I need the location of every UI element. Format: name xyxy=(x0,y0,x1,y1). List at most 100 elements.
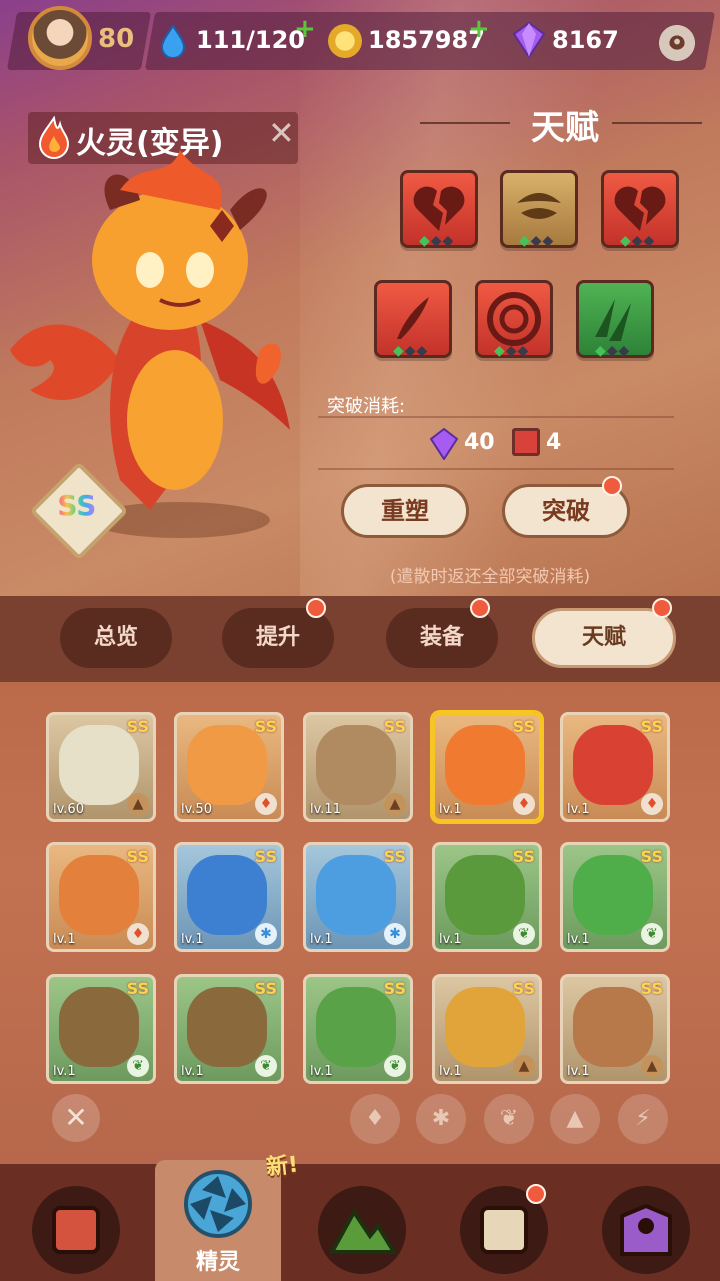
reshape-button[interactable]: 重塑 xyxy=(341,484,469,538)
earth-element-icon: ▲ xyxy=(384,793,406,815)
tab-talent[interactable]: 天赋 xyxy=(532,608,676,668)
pet-card[interactable]: SS lv.60 ▲ xyxy=(46,712,156,822)
pet-rank: SS xyxy=(383,717,406,736)
leaf-element-icon: ❦ xyxy=(127,1055,149,1077)
pet-rank: SS xyxy=(512,717,535,736)
pet-rank: SS xyxy=(383,979,406,998)
pet-portrait xyxy=(316,987,396,1067)
pet-rank: SS xyxy=(126,717,149,736)
stamina-value: 111/120 xyxy=(196,26,305,54)
pet-card[interactable]: SS lv.1 ✱ xyxy=(303,842,413,952)
title-ornament-right xyxy=(612,122,702,124)
earth-filter-icon[interactable]: ▲ xyxy=(550,1094,600,1144)
pet-level: lv.1 xyxy=(181,1064,204,1079)
pet-level: lv.1 xyxy=(439,802,462,817)
talent-heart-broken-1[interactable]: ◆◆◆ xyxy=(400,170,478,249)
pet-level: lv.1 xyxy=(439,1064,462,1079)
clear-filter-button[interactable]: ✕ xyxy=(52,1094,100,1142)
fire-element-icon: ♦ xyxy=(255,793,277,815)
nav-spirits[interactable] xyxy=(174,1168,262,1244)
new-badge: 新! xyxy=(265,1152,300,1181)
pet-portrait xyxy=(187,855,267,935)
gem-value: 8167 xyxy=(552,26,619,54)
cost-label: 突破消耗: xyxy=(327,396,406,417)
pet-card[interactable]: SS lv.1 ❦ xyxy=(303,974,413,1084)
pet-card[interactable]: SS lv.1 ♦ xyxy=(560,712,670,822)
nav-shop[interactable] xyxy=(32,1186,120,1274)
leaf-element-icon: ❦ xyxy=(513,923,535,945)
talent-claw[interactable]: ◆◆◆ xyxy=(576,280,654,359)
fire-filter-icon[interactable]: ♦ xyxy=(350,1094,400,1144)
pet-portrait xyxy=(187,987,267,1067)
pet-card[interactable]: SS lv.1 ▲ xyxy=(560,974,670,1084)
cost-gem-amount: 40 xyxy=(464,430,495,455)
stamina-drop-icon xyxy=(160,24,186,58)
earth-element-icon: ▲ xyxy=(513,1055,535,1077)
nav-spirits-label: 精灵 xyxy=(195,1250,240,1275)
pet-card[interactable]: SS lv.1 ❦ xyxy=(432,842,542,952)
talent-pips: ◆◆◆ xyxy=(419,233,455,249)
player-avatar[interactable] xyxy=(28,6,92,70)
pet-portrait xyxy=(59,855,139,935)
nav-map[interactable] xyxy=(318,1186,406,1274)
gem-icon xyxy=(430,428,458,460)
mountain-icon xyxy=(328,1208,398,1254)
pet-card[interactable]: SS lv.50 ♦ xyxy=(174,712,284,822)
fire-element-icon: ♦ xyxy=(127,923,149,945)
pet-portrait xyxy=(445,725,525,805)
title-ornament-left xyxy=(420,122,510,124)
talent-pips: ◆◆◆ xyxy=(519,233,555,249)
close-icon[interactable]: ✕ xyxy=(268,114,295,152)
talent-pips: ◆◆◆ xyxy=(494,343,530,359)
pet-portrait xyxy=(573,855,653,935)
pet-card[interactable]: SS lv.1 ❦ xyxy=(560,842,670,952)
pet-card[interactable]: SS lv.1 ▲ xyxy=(432,974,542,1084)
gem-icon xyxy=(512,22,546,58)
gear-icon[interactable]: ⚙ xyxy=(656,22,698,64)
fire-element-icon: ♦ xyxy=(641,793,663,815)
pet-rank: SS xyxy=(126,979,149,998)
fire-spirit-creature xyxy=(10,150,290,538)
pet-card[interactable]: SS lv.1 ♦ xyxy=(46,842,156,952)
map-pin-icon xyxy=(620,1203,672,1256)
earth-element-icon: ▲ xyxy=(641,1055,663,1077)
talent-slash[interactable]: ◆◆◆ xyxy=(374,280,452,359)
talent-heart-broken-2[interactable]: ◆◆◆ xyxy=(601,170,679,249)
coin-icon xyxy=(328,24,362,58)
cost-book-amount: 4 xyxy=(546,430,562,455)
talent-lotus[interactable]: ◆◆◆ xyxy=(500,170,578,249)
pet-rank: SS xyxy=(640,979,663,998)
tab-overview[interactable]: 总览 xyxy=(60,608,172,668)
fire-element-icon: ♦ xyxy=(513,793,535,815)
aperture-icon xyxy=(184,1170,252,1238)
stamina-add-button[interactable]: + xyxy=(294,14,316,44)
coin-add-button[interactable]: + xyxy=(468,14,490,44)
pet-level: lv.11 xyxy=(310,802,341,817)
pet-portrait xyxy=(573,987,653,1067)
pet-card[interactable]: SS lv.11 ▲ xyxy=(303,712,413,822)
pet-card[interactable]: SS lv.1 ❦ xyxy=(174,974,284,1084)
pet-portrait xyxy=(59,987,139,1067)
ice-filter-icon[interactable]: ✱ xyxy=(416,1094,466,1144)
pet-portrait xyxy=(187,725,267,805)
divider xyxy=(318,468,674,470)
pet-level: lv.1 xyxy=(181,932,204,947)
pet-level: lv.1 xyxy=(310,1064,333,1079)
earth-element-icon: ▲ xyxy=(127,793,149,815)
shop-icon xyxy=(52,1206,100,1254)
nav-location[interactable] xyxy=(602,1186,690,1274)
talent-book-icon xyxy=(512,428,540,456)
pet-rank: SS xyxy=(383,847,406,866)
notification-dot xyxy=(306,598,326,618)
pet-card[interactable]: SS lv.1 ✱ xyxy=(174,842,284,952)
pet-card[interactable]: SS lv.1 ❦ xyxy=(46,974,156,1084)
divider xyxy=(318,416,674,418)
leaf-filter-icon[interactable]: ❦ xyxy=(484,1094,534,1144)
lightning-filter-icon[interactable]: ⚡ xyxy=(618,1094,668,1144)
notification-dot xyxy=(470,598,490,618)
ice-element-icon: ✱ xyxy=(384,923,406,945)
pet-card-selected[interactable]: SS lv.1 ♦ xyxy=(432,712,542,822)
talent-pips: ◆◆◆ xyxy=(620,233,656,249)
notification-dot xyxy=(526,1184,546,1204)
talent-swirl[interactable]: ◆◆◆ xyxy=(475,280,553,359)
